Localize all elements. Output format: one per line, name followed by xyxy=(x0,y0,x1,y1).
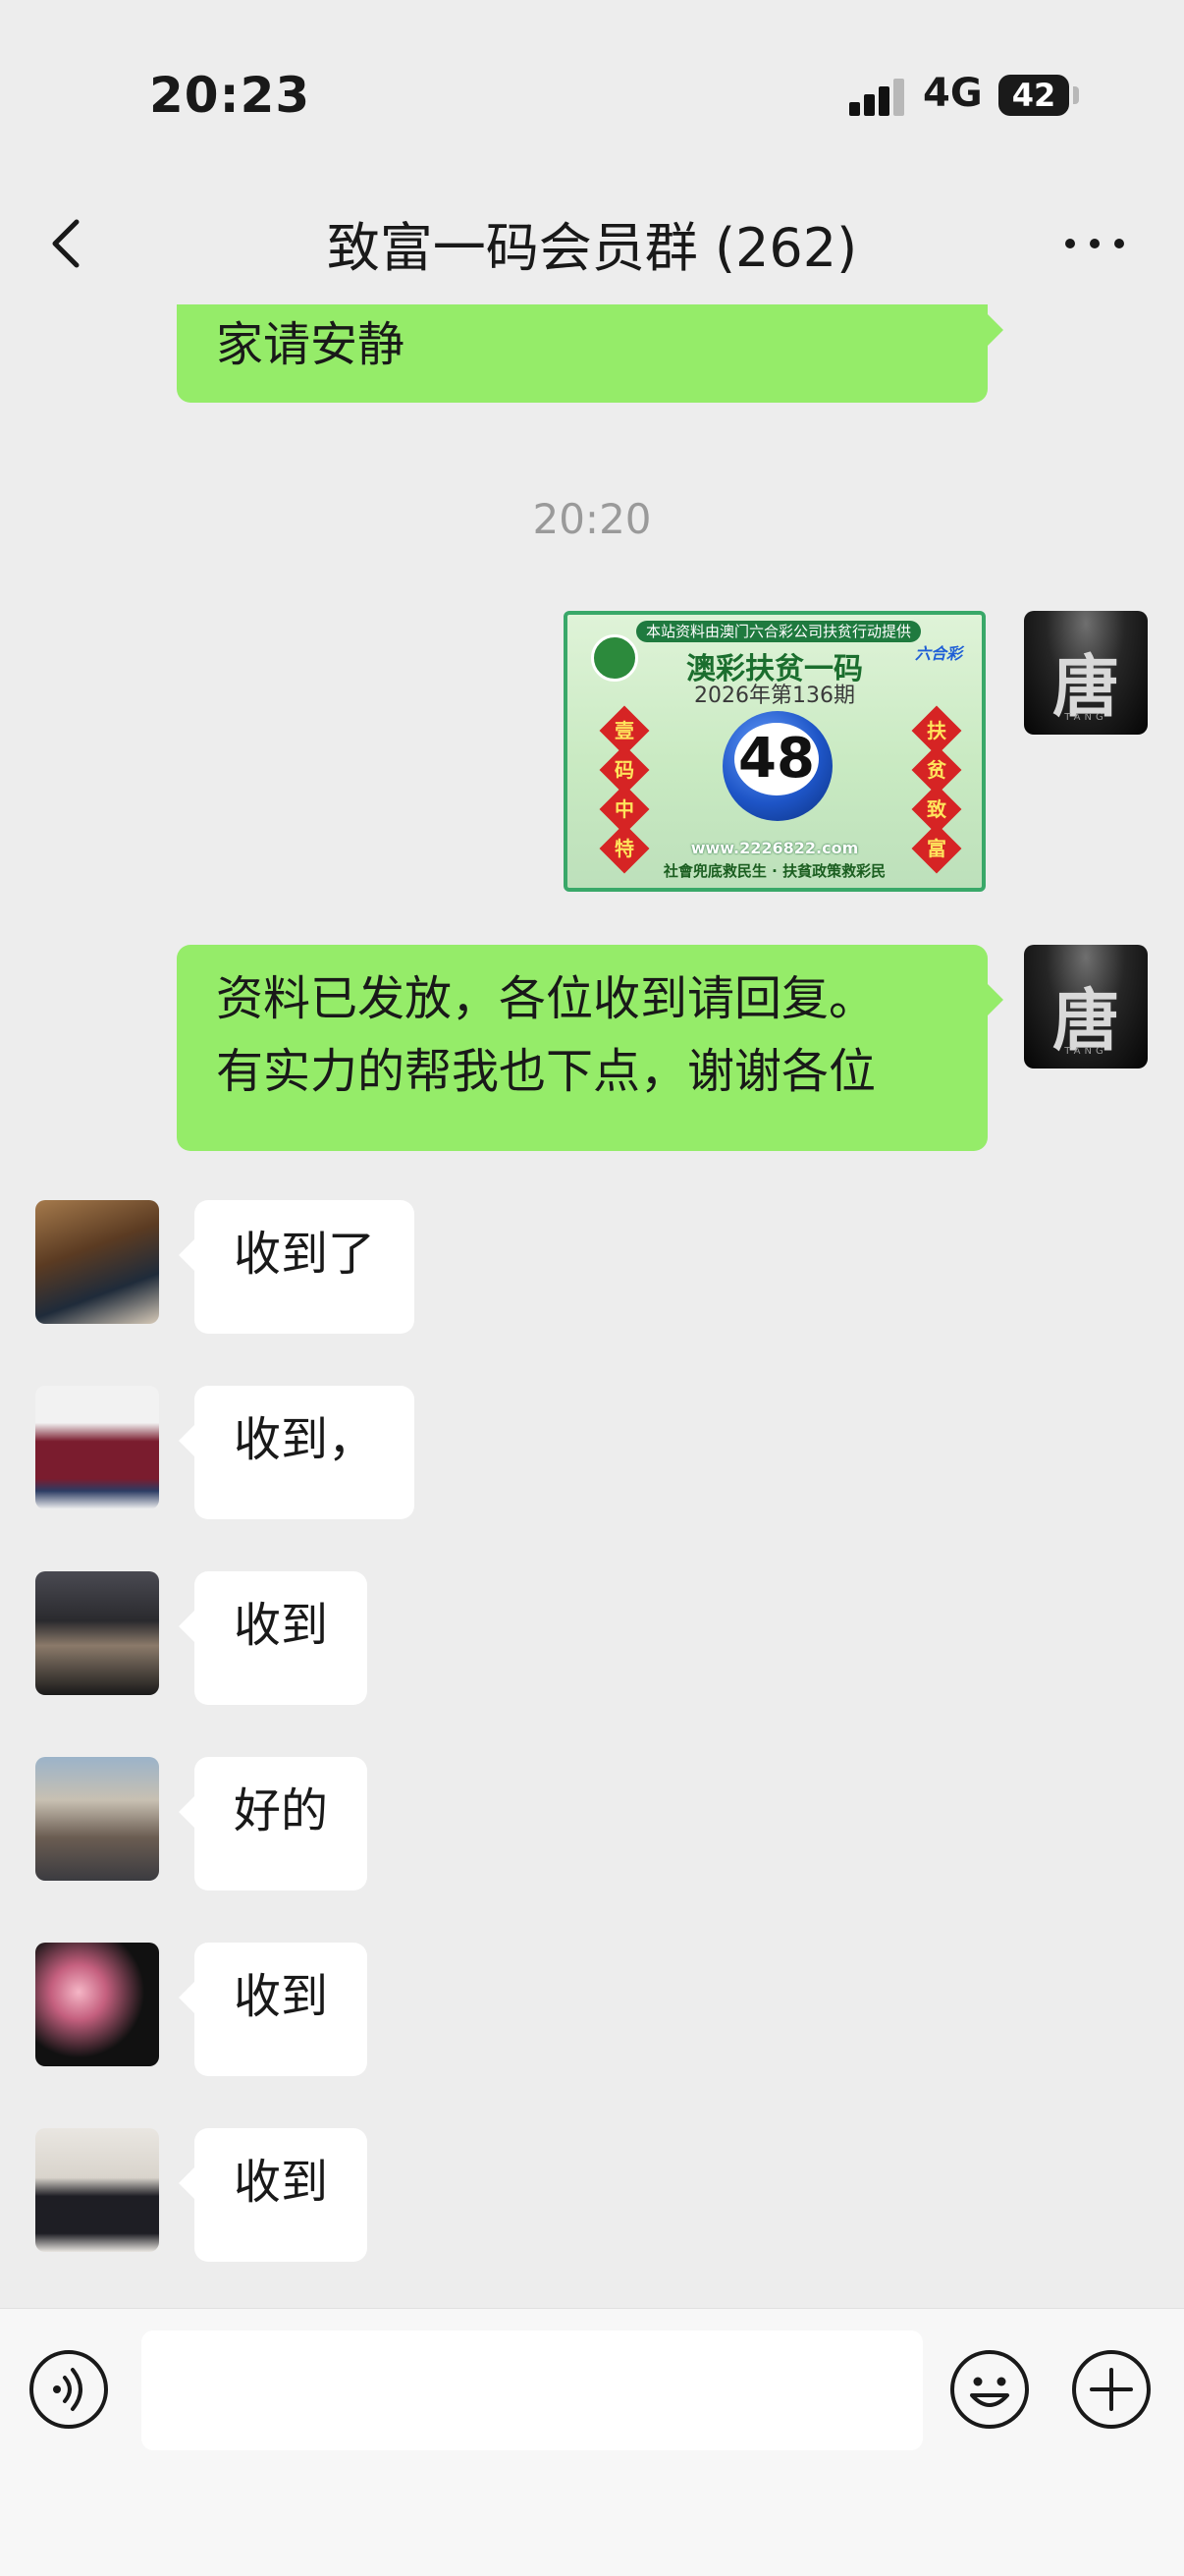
my-avatar[interactable]: 唐 TANG xyxy=(1024,945,1148,1069)
plus-icon xyxy=(1072,2350,1151,2429)
status-bar: 20:23 4G 42 xyxy=(0,0,1184,187)
message-text-line: 资料已发放，各位收到请回复。 xyxy=(216,971,877,1026)
message-text: 收到， xyxy=(234,1412,376,1467)
poster-number: 48 xyxy=(734,723,819,795)
message-text: 收到 xyxy=(234,2155,329,2210)
plus-button[interactable] xyxy=(1070,2348,1153,2431)
member-message-bubble[interactable]: 好的 xyxy=(178,1757,368,1891)
chat-title: 致富一码会员群 (262) xyxy=(326,217,858,279)
poster-left-char: 壹 xyxy=(615,719,634,742)
member-avatar[interactable] xyxy=(35,1386,159,1509)
emoji-icon xyxy=(950,2350,1029,2429)
battery-icon: 42 xyxy=(998,75,1069,116)
chat-area[interactable]: 家请安静 20:20 本站资料由澳门六合彩公司扶贫行动提供 六合彩 澳彩扶贫一码… xyxy=(0,304,1184,2308)
emoji-button[interactable] xyxy=(948,2348,1031,2431)
avatar-subtext: TANG xyxy=(1064,712,1107,723)
message-text: 好的 xyxy=(234,1783,329,1838)
member-avatar[interactable] xyxy=(35,1757,159,1881)
status-time: 20:23 xyxy=(149,67,311,124)
poster-right-char: 致 xyxy=(927,797,946,821)
battery-tip xyxy=(1073,86,1079,104)
poster-left-char: 中 xyxy=(615,797,634,821)
member-avatar[interactable] xyxy=(35,1571,159,1695)
nav-bar: 致富一码会员群 (262) xyxy=(0,187,1184,304)
member-message-bubble[interactable]: 收到 xyxy=(178,1571,368,1705)
lottery-poster-image[interactable]: 本站资料由澳门六合彩公司扶贫行动提供 六合彩 澳彩扶贫一码 2026年第136期… xyxy=(564,611,986,892)
my-avatar[interactable]: 唐 TANG xyxy=(1024,611,1148,735)
member-message-bubble[interactable]: 收到， xyxy=(178,1386,415,1519)
avatar-subtext: TANG xyxy=(1064,1046,1107,1057)
message-text: 收到了 xyxy=(234,1227,376,1282)
more-button[interactable] xyxy=(1060,214,1129,273)
time-divider: 20:20 xyxy=(532,495,652,543)
more-dots-icon xyxy=(1065,239,1124,248)
message-input[interactable] xyxy=(141,2330,923,2450)
number-ball: 48 xyxy=(723,711,833,821)
my-message-bubble[interactable]: 资料已发放，各位收到请回复。 有实力的帮我也下点，谢谢各位 xyxy=(177,945,1003,1151)
voice-button[interactable] xyxy=(27,2348,110,2431)
input-bar xyxy=(0,2308,1184,2576)
member-message-bubble[interactable]: 收到 xyxy=(178,1943,368,2076)
member-avatar[interactable] xyxy=(35,1200,159,1324)
network-type: 4G xyxy=(923,71,983,116)
poster-right-char: 扶 xyxy=(927,719,946,742)
message-text: 收到 xyxy=(234,1969,329,2024)
message-text: 收到 xyxy=(234,1598,329,1653)
poster-slogan: 社會兜底救民生 · 扶貧政策救彩民 xyxy=(663,862,887,880)
member-avatar[interactable] xyxy=(35,2128,159,2252)
member-message-bubble[interactable]: 收到 xyxy=(178,2128,368,2262)
poster-banner: 本站资料由澳门六合彩公司扶贫行动提供 xyxy=(636,621,921,642)
my-message-bubble[interactable]: 家请安静 xyxy=(177,304,1003,403)
member-avatar[interactable] xyxy=(35,1943,159,2066)
member-message-bubble[interactable]: 收到了 xyxy=(178,1200,415,1334)
back-arrow-icon xyxy=(52,219,80,268)
voice-icon xyxy=(29,2350,108,2429)
poster-url: www.2226822.com xyxy=(690,839,859,857)
message-text: 家请安静 xyxy=(216,317,405,372)
poster-right-char: 贫 xyxy=(927,758,946,782)
poster-issue: 2026年第136期 xyxy=(694,684,855,708)
message-text-line: 有实力的帮我也下点，谢谢各位 xyxy=(216,1044,877,1099)
back-button[interactable] xyxy=(39,214,98,273)
poster-left-char: 码 xyxy=(615,758,634,782)
signal-icon xyxy=(849,79,908,116)
